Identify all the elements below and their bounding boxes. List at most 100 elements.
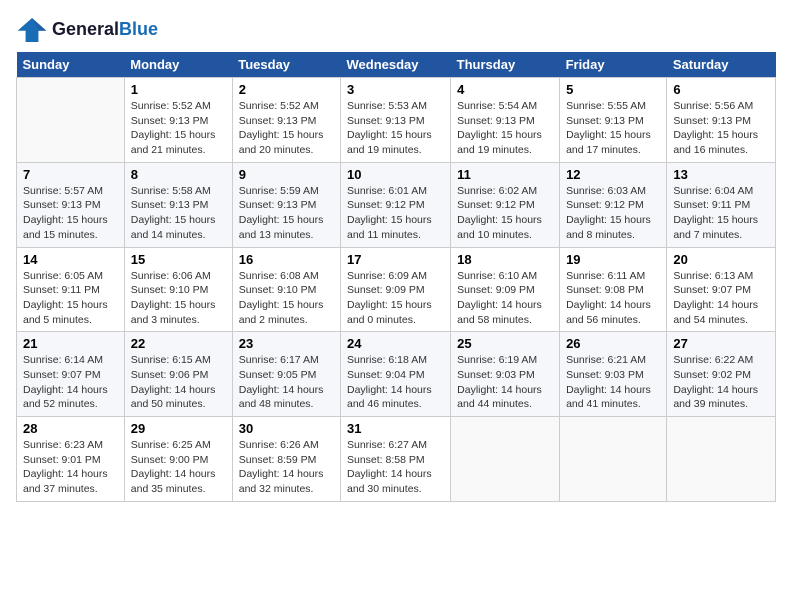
day-info: Sunrise: 6:02 AMSunset: 9:12 PMDaylight:…	[457, 184, 553, 243]
day-cell: 12 Sunrise: 6:03 AMSunset: 9:12 PMDaylig…	[560, 162, 667, 247]
day-cell: 26 Sunrise: 6:21 AMSunset: 9:03 PMDaylig…	[560, 332, 667, 417]
day-info: Sunrise: 6:05 AMSunset: 9:11 PMDaylight:…	[23, 269, 118, 328]
logo-text: GeneralBlue	[52, 20, 158, 40]
day-info: Sunrise: 6:21 AMSunset: 9:03 PMDaylight:…	[566, 353, 660, 412]
day-info: Sunrise: 5:54 AMSunset: 9:13 PMDaylight:…	[457, 99, 553, 158]
day-number: 12	[566, 167, 660, 182]
day-cell: 31 Sunrise: 6:27 AMSunset: 8:58 PMDaylig…	[340, 417, 450, 502]
day-info: Sunrise: 6:15 AMSunset: 9:06 PMDaylight:…	[131, 353, 226, 412]
week-row-2: 7 Sunrise: 5:57 AMSunset: 9:13 PMDayligh…	[17, 162, 776, 247]
day-info: Sunrise: 6:18 AMSunset: 9:04 PMDaylight:…	[347, 353, 444, 412]
day-cell: 13 Sunrise: 6:04 AMSunset: 9:11 PMDaylig…	[667, 162, 776, 247]
day-cell: 7 Sunrise: 5:57 AMSunset: 9:13 PMDayligh…	[17, 162, 125, 247]
day-number: 15	[131, 252, 226, 267]
day-cell: 8 Sunrise: 5:58 AMSunset: 9:13 PMDayligh…	[124, 162, 232, 247]
day-cell: 21 Sunrise: 6:14 AMSunset: 9:07 PMDaylig…	[17, 332, 125, 417]
day-number: 22	[131, 336, 226, 351]
day-number: 1	[131, 82, 226, 97]
week-row-4: 21 Sunrise: 6:14 AMSunset: 9:07 PMDaylig…	[17, 332, 776, 417]
day-number: 4	[457, 82, 553, 97]
week-row-5: 28 Sunrise: 6:23 AMSunset: 9:01 PMDaylig…	[17, 417, 776, 502]
weekday-header-wednesday: Wednesday	[340, 52, 450, 78]
day-info: Sunrise: 6:04 AMSunset: 9:11 PMDaylight:…	[673, 184, 769, 243]
day-info: Sunrise: 5:52 AMSunset: 9:13 PMDaylight:…	[131, 99, 226, 158]
day-cell: 11 Sunrise: 6:02 AMSunset: 9:12 PMDaylig…	[451, 162, 560, 247]
day-number: 25	[457, 336, 553, 351]
day-info: Sunrise: 6:01 AMSunset: 9:12 PMDaylight:…	[347, 184, 444, 243]
day-info: Sunrise: 6:27 AMSunset: 8:58 PMDaylight:…	[347, 438, 444, 497]
day-number: 23	[239, 336, 334, 351]
weekday-header-friday: Friday	[560, 52, 667, 78]
day-info: Sunrise: 6:23 AMSunset: 9:01 PMDaylight:…	[23, 438, 118, 497]
day-info: Sunrise: 5:52 AMSunset: 9:13 PMDaylight:…	[239, 99, 334, 158]
day-info: Sunrise: 6:10 AMSunset: 9:09 PMDaylight:…	[457, 269, 553, 328]
weekday-header-row: SundayMondayTuesdayWednesdayThursdayFrid…	[17, 52, 776, 78]
day-cell	[560, 417, 667, 502]
day-number: 6	[673, 82, 769, 97]
day-number: 31	[347, 421, 444, 436]
day-number: 21	[23, 336, 118, 351]
day-number: 20	[673, 252, 769, 267]
day-cell: 24 Sunrise: 6:18 AMSunset: 9:04 PMDaylig…	[340, 332, 450, 417]
calendar-table: SundayMondayTuesdayWednesdayThursdayFrid…	[16, 52, 776, 502]
day-info: Sunrise: 6:22 AMSunset: 9:02 PMDaylight:…	[673, 353, 769, 412]
day-info: Sunrise: 6:26 AMSunset: 8:59 PMDaylight:…	[239, 438, 334, 497]
day-number: 26	[566, 336, 660, 351]
day-cell: 27 Sunrise: 6:22 AMSunset: 9:02 PMDaylig…	[667, 332, 776, 417]
day-cell	[17, 78, 125, 163]
day-cell: 3 Sunrise: 5:53 AMSunset: 9:13 PMDayligh…	[340, 78, 450, 163]
logo-icon	[16, 16, 48, 44]
day-cell: 25 Sunrise: 6:19 AMSunset: 9:03 PMDaylig…	[451, 332, 560, 417]
day-number: 16	[239, 252, 334, 267]
day-cell: 23 Sunrise: 6:17 AMSunset: 9:05 PMDaylig…	[232, 332, 340, 417]
day-cell: 6 Sunrise: 5:56 AMSunset: 9:13 PMDayligh…	[667, 78, 776, 163]
day-cell: 22 Sunrise: 6:15 AMSunset: 9:06 PMDaylig…	[124, 332, 232, 417]
day-number: 14	[23, 252, 118, 267]
day-number: 27	[673, 336, 769, 351]
day-number: 5	[566, 82, 660, 97]
day-cell	[451, 417, 560, 502]
weekday-header-monday: Monday	[124, 52, 232, 78]
day-info: Sunrise: 6:19 AMSunset: 9:03 PMDaylight:…	[457, 353, 553, 412]
day-cell: 15 Sunrise: 6:06 AMSunset: 9:10 PMDaylig…	[124, 247, 232, 332]
weekday-header-tuesday: Tuesday	[232, 52, 340, 78]
day-number: 9	[239, 167, 334, 182]
day-info: Sunrise: 6:13 AMSunset: 9:07 PMDaylight:…	[673, 269, 769, 328]
weekday-header-thursday: Thursday	[451, 52, 560, 78]
day-number: 18	[457, 252, 553, 267]
day-info: Sunrise: 5:57 AMSunset: 9:13 PMDaylight:…	[23, 184, 118, 243]
day-cell: 10 Sunrise: 6:01 AMSunset: 9:12 PMDaylig…	[340, 162, 450, 247]
day-number: 10	[347, 167, 444, 182]
week-row-3: 14 Sunrise: 6:05 AMSunset: 9:11 PMDaylig…	[17, 247, 776, 332]
day-number: 3	[347, 82, 444, 97]
day-cell: 19 Sunrise: 6:11 AMSunset: 9:08 PMDaylig…	[560, 247, 667, 332]
day-cell: 28 Sunrise: 6:23 AMSunset: 9:01 PMDaylig…	[17, 417, 125, 502]
day-number: 7	[23, 167, 118, 182]
day-info: Sunrise: 6:11 AMSunset: 9:08 PMDaylight:…	[566, 269, 660, 328]
day-cell: 14 Sunrise: 6:05 AMSunset: 9:11 PMDaylig…	[17, 247, 125, 332]
day-cell: 20 Sunrise: 6:13 AMSunset: 9:07 PMDaylig…	[667, 247, 776, 332]
day-info: Sunrise: 5:56 AMSunset: 9:13 PMDaylight:…	[673, 99, 769, 158]
day-cell: 18 Sunrise: 6:10 AMSunset: 9:09 PMDaylig…	[451, 247, 560, 332]
day-number: 8	[131, 167, 226, 182]
day-cell: 5 Sunrise: 5:55 AMSunset: 9:13 PMDayligh…	[560, 78, 667, 163]
page-header: GeneralBlue	[16, 16, 776, 44]
day-number: 2	[239, 82, 334, 97]
day-cell: 2 Sunrise: 5:52 AMSunset: 9:13 PMDayligh…	[232, 78, 340, 163]
day-cell: 30 Sunrise: 6:26 AMSunset: 8:59 PMDaylig…	[232, 417, 340, 502]
weekday-header-saturday: Saturday	[667, 52, 776, 78]
day-info: Sunrise: 6:03 AMSunset: 9:12 PMDaylight:…	[566, 184, 660, 243]
day-info: Sunrise: 6:09 AMSunset: 9:09 PMDaylight:…	[347, 269, 444, 328]
day-cell	[667, 417, 776, 502]
day-number: 13	[673, 167, 769, 182]
day-info: Sunrise: 6:14 AMSunset: 9:07 PMDaylight:…	[23, 353, 118, 412]
weekday-header-sunday: Sunday	[17, 52, 125, 78]
day-number: 29	[131, 421, 226, 436]
week-row-1: 1 Sunrise: 5:52 AMSunset: 9:13 PMDayligh…	[17, 78, 776, 163]
day-number: 24	[347, 336, 444, 351]
day-cell: 4 Sunrise: 5:54 AMSunset: 9:13 PMDayligh…	[451, 78, 560, 163]
day-number: 30	[239, 421, 334, 436]
day-number: 28	[23, 421, 118, 436]
day-cell: 9 Sunrise: 5:59 AMSunset: 9:13 PMDayligh…	[232, 162, 340, 247]
day-number: 17	[347, 252, 444, 267]
